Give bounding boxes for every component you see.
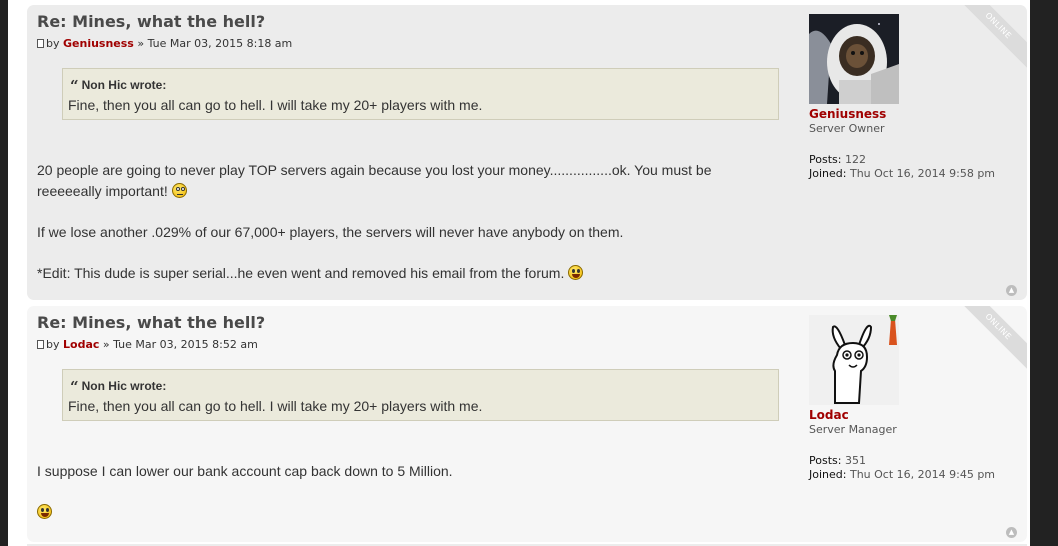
quote-box: “Non Hic wrote: Fine, then you all can g… [62, 369, 779, 421]
posts-label: Posts: [809, 454, 842, 467]
quote-text: Fine, then you all can go to hell. I wil… [68, 398, 483, 414]
paragraph: I suppose I can lower our bank account c… [37, 463, 453, 479]
quote-author: Non Hic wrote: [81, 379, 167, 393]
paragraph [37, 502, 777, 523]
post-content: 20 people are going to never play TOP se… [37, 160, 777, 300]
byline-separator: » [102, 338, 110, 351]
by-label: by [46, 37, 60, 50]
quote-author: Non Hic wrote: [81, 78, 167, 92]
joined-label: Joined: [809, 167, 847, 180]
laughing-icon [568, 265, 584, 280]
post-2: ONLINE Re: Mines, what the hell? by Loda… [27, 306, 1027, 542]
post-date: Tue Mar 03, 2015 8:52 am [113, 338, 258, 351]
paragraph-text: 20 people are going to never play TOP se… [37, 162, 712, 199]
post-title[interactable]: Re: Mines, what the hell? [37, 12, 265, 31]
quote-text: Fine, then you all can go to hell. I wil… [68, 97, 483, 113]
post-date: Tue Mar 03, 2015 8:18 am [147, 37, 293, 50]
avatar[interactable] [809, 14, 899, 104]
top-arrow-icon[interactable]: ▲ [1006, 527, 1017, 538]
paragraph: If we lose another .029% of our 67,000+ … [37, 224, 624, 240]
quote-icon: “ [70, 77, 79, 95]
post-1: ONLINE Re: Mines, what the hell? by Geni… [27, 5, 1027, 300]
profile-rank: Server Owner [809, 122, 885, 135]
byline-separator: » [137, 37, 145, 50]
post-byline: by Geniusness » Tue Mar 03, 2015 8:18 am [37, 37, 292, 50]
rolleyes-icon [171, 183, 187, 198]
profile-rank: Server Manager [809, 423, 897, 436]
joined-date: Thu Oct 16, 2014 9:45 pm [849, 468, 996, 481]
paragraph-text: *Edit: This dude is super serial...he ev… [37, 265, 565, 281]
file-icon[interactable] [37, 340, 44, 349]
author-link[interactable]: Geniusness [63, 37, 134, 50]
post-title[interactable]: Re: Mines, what the hell? [37, 313, 265, 332]
quote-cite: “Non Hic wrote: [70, 378, 166, 396]
by-label: by [46, 338, 60, 351]
avatar[interactable] [809, 315, 899, 405]
quote-icon: “ [70, 378, 79, 396]
post-profile: Lodac Server Manager Posts: 351 Joined: … [809, 315, 1019, 482]
joined-label: Joined: [809, 468, 847, 481]
profile-username[interactable]: Lodac [809, 408, 1019, 422]
joined-date: Thu Oct 16, 2014 9:58 pm [849, 167, 996, 180]
profile-username[interactable]: Geniusness [809, 107, 1019, 121]
posts-count[interactable]: 351 [845, 454, 866, 467]
paragraph: 20 people are going to never play TOP se… [37, 160, 777, 202]
post-profile: Geniusness Server Owner Posts: 122 Joine… [809, 14, 1019, 181]
file-icon[interactable] [37, 39, 44, 48]
post-byline: by Lodac » Tue Mar 03, 2015 8:52 am [37, 338, 258, 351]
posts-label: Posts: [809, 153, 842, 166]
paragraph: *Edit: This dude is super serial...he ev… [37, 263, 777, 284]
author-link[interactable]: Lodac [63, 338, 99, 351]
profile-stats: Posts: 351 Joined: Thu Oct 16, 2014 9:45… [809, 454, 1019, 482]
post-content: I suppose I can lower our bank account c… [37, 461, 777, 542]
posts-count[interactable]: 122 [845, 153, 866, 166]
quote-box: “Non Hic wrote: Fine, then you all can g… [62, 68, 779, 120]
quote-cite: “Non Hic wrote: [70, 77, 166, 95]
top-arrow-icon[interactable]: ▲ [1006, 285, 1017, 296]
profile-stats: Posts: 122 Joined: Thu Oct 16, 2014 9:58… [809, 153, 1019, 181]
laughing-icon [37, 504, 52, 519]
